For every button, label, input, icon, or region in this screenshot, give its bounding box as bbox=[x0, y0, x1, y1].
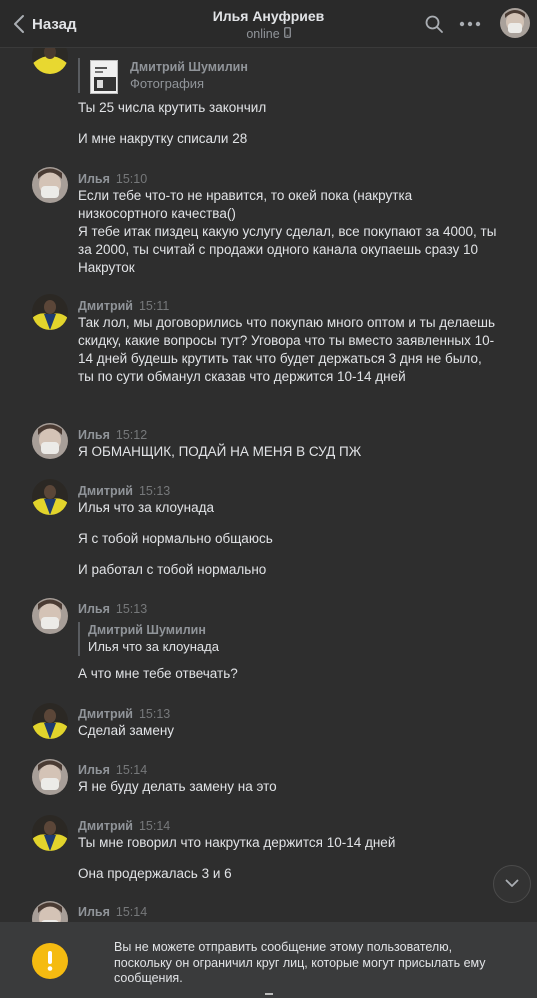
message-author[interactable]: Дмитрий 15:13 bbox=[78, 483, 170, 499]
message-text: Ты 25 числа крутить закончил bbox=[78, 100, 267, 115]
message-author[interactable]: Илья 15:12 bbox=[78, 427, 147, 443]
chat-header: Назад Илья Ануфриев online bbox=[0, 0, 537, 48]
message-text: Я не буду делать замену на это bbox=[78, 779, 277, 794]
mobile-phone-icon bbox=[283, 25, 291, 43]
reply-author: Дмитрий Шумилин bbox=[130, 60, 248, 74]
message-text: Если тебе что-то не нравится, то окей по… bbox=[78, 188, 497, 275]
chevron-left-icon bbox=[8, 10, 30, 38]
message-text: Я ОБМАНЩИК, ПОДАЙ НА МЕНЯ В СУД ПЖ bbox=[78, 444, 362, 459]
avatar[interactable] bbox=[32, 901, 68, 922]
message-author[interactable]: Дмитрий 15:14 bbox=[78, 818, 170, 834]
message-author[interactable]: Дмитрий 15:13 bbox=[78, 706, 170, 722]
back-label: Назад bbox=[32, 15, 77, 33]
message-text: Илья что за клоунада bbox=[78, 500, 214, 515]
avatar[interactable] bbox=[32, 598, 68, 634]
avatar[interactable] bbox=[32, 759, 68, 795]
message-text: Так лол, мы договорились что покупаю мно… bbox=[78, 315, 495, 384]
search-icon[interactable] bbox=[422, 12, 446, 36]
avatar[interactable] bbox=[32, 703, 68, 739]
chat-title-block[interactable]: Илья Ануфриев online bbox=[150, 8, 387, 43]
back-button[interactable]: Назад bbox=[8, 10, 76, 38]
chat-title: Илья Ануфриев bbox=[212, 8, 325, 24]
exclamation-icon bbox=[32, 943, 68, 979]
reply-quote[interactable]: Дмитрий Шумилин Илья что за клоунада bbox=[78, 622, 219, 656]
message-feed[interactable]: Дмитрий Шумилин Фотография Ты 25 числа к… bbox=[0, 48, 537, 922]
notice-text: Вы не можете отправить сообщение этому п… bbox=[114, 940, 486, 985]
message-time: 15:10 bbox=[115, 172, 148, 186]
avatar[interactable] bbox=[32, 815, 68, 851]
message-text: И работал с тобой нормально bbox=[78, 562, 267, 577]
avatar[interactable] bbox=[32, 294, 68, 330]
message-author[interactable]: Илья 15:10 bbox=[78, 171, 147, 187]
scroll-down-button[interactable] bbox=[493, 865, 531, 903]
message-text: Она продержалась 3 и 6 bbox=[78, 866, 232, 881]
message-time: 15:13 bbox=[138, 484, 171, 498]
message-text: А что мне тебе отвечать? bbox=[78, 666, 238, 681]
avatar[interactable] bbox=[32, 479, 68, 515]
blocked-notice: Вы не можете отправить сообщение этому п… bbox=[0, 922, 537, 998]
message-author[interactable]: Илья 15:13 bbox=[78, 601, 147, 617]
avatar[interactable] bbox=[32, 167, 68, 203]
message-time: 15:12 bbox=[115, 428, 148, 442]
status-text: online bbox=[246, 27, 280, 41]
message-text: Я с тобой нормально общаюсь bbox=[78, 531, 273, 546]
reply-author: Дмитрий Шумилин bbox=[88, 623, 206, 637]
message-author[interactable]: Дмитрий 15:11 bbox=[78, 298, 169, 314]
reply-text: Илья что за клоунада bbox=[88, 639, 219, 654]
more-horizontal-icon[interactable] bbox=[457, 12, 483, 36]
message-time: 15:14 bbox=[115, 763, 148, 777]
message-time: 15:14 bbox=[115, 905, 148, 919]
message-text: И мне накрутку списали 28 bbox=[78, 131, 248, 146]
resize-handle[interactable] bbox=[265, 993, 273, 995]
photo-thumbnail[interactable] bbox=[90, 60, 118, 94]
avatar[interactable] bbox=[32, 423, 68, 459]
message-time: 15:11 bbox=[138, 299, 170, 313]
message-time: 15:14 bbox=[138, 819, 171, 833]
online-status: online bbox=[150, 25, 387, 43]
reply-quote[interactable]: Дмитрий Шумилин Фотография bbox=[78, 58, 248, 94]
reply-attachment-label: Фотография bbox=[130, 76, 205, 91]
message-time: 15:13 bbox=[115, 602, 148, 616]
header-avatar[interactable] bbox=[500, 8, 530, 38]
chevron-down-icon bbox=[505, 875, 519, 893]
message-author[interactable]: Илья 15:14 bbox=[78, 762, 147, 778]
message-author[interactable]: Илья 15:14 bbox=[78, 904, 147, 920]
message-time: 15:13 bbox=[138, 707, 171, 721]
avatar bbox=[32, 48, 68, 74]
message-text: Ты мне говорил что накрутка держится 10-… bbox=[78, 835, 396, 850]
message-text: Сделай замену bbox=[78, 723, 175, 738]
